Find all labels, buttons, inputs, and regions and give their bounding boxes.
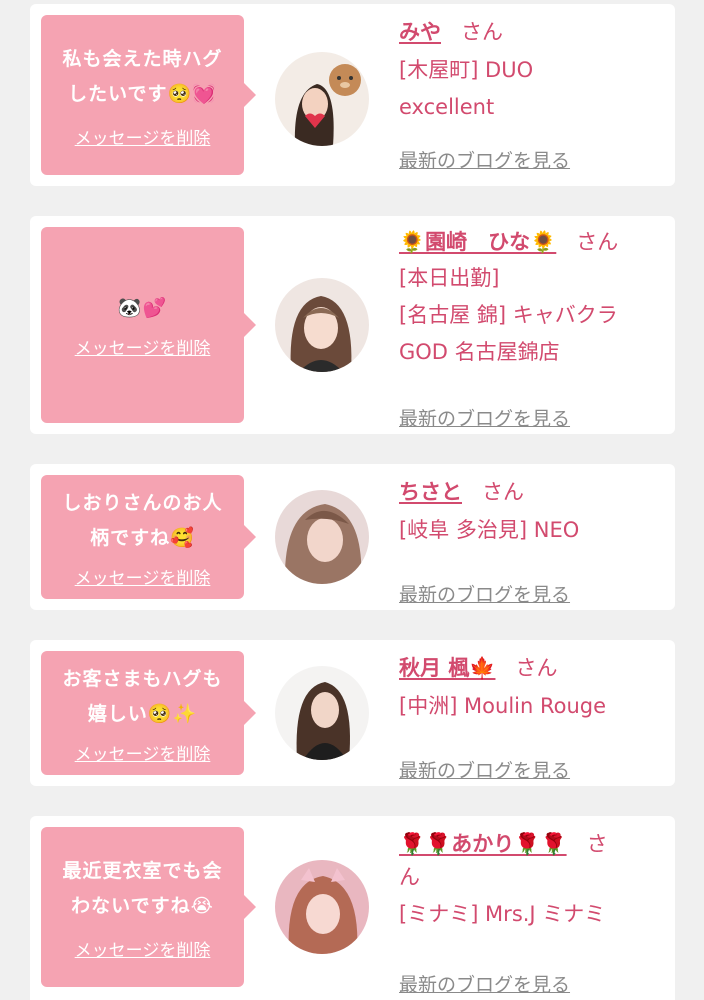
message-bubble: 🐼💕 メッセージを削除	[41, 227, 256, 423]
delete-message-link[interactable]: メッセージを削除	[75, 740, 211, 765]
honorific: さ	[586, 832, 608, 856]
shop-info: [名古屋 錦] キャバクラ	[399, 303, 618, 327]
message-text: 私も会えた時ハグ したいです🥺💓	[62, 47, 223, 105]
shop-info: [中洲] Moulin Rouge	[399, 694, 607, 718]
delete-message-link[interactable]: メッセージを削除	[75, 124, 211, 149]
latest-blog-link[interactable]: 最新のブログを見る	[399, 580, 570, 607]
message-bubble: 最近更衣室でも会 わないですね😭 メッセージを削除	[41, 827, 256, 987]
profile-info: ちさと さん [岐阜 多治見] NEO 最新のブログを見る	[399, 478, 669, 606]
profile-name-link[interactable]: みや	[399, 20, 441, 44]
honorific: さん	[482, 480, 524, 504]
message-text: しおりさんのお人 柄ですね🥰	[62, 491, 223, 549]
shop-info: GOD 名古屋錦店	[399, 340, 560, 364]
profile-info: 🌹🌹あかり🌹🌹 さ ん [ミナミ] Mrs.J ミナミ 最新のブログを見る	[399, 830, 669, 996]
profile-info: 秋月 楓🍁 さん [中洲] Moulin Rouge 最新のブログを見る	[399, 654, 669, 782]
delete-message-link[interactable]: メッセージを削除	[75, 936, 211, 961]
message-card: 最近更衣室でも会 わないですね😭 メッセージを削除 🌹🌹あかり🌹🌹 さ ん [ミナ…	[30, 816, 675, 1000]
status-text: [本日出勤]	[399, 266, 500, 290]
message-bubble: しおりさんのお人 柄ですね🥰 メッセージを削除	[41, 475, 256, 599]
message-card: 🐼💕 メッセージを削除 🌻園崎 ひな🌻 さん [本日出勤] [名古屋 錦] キャバ…	[30, 216, 675, 434]
message-card: お客さまもハグも 嬉しい🥺✨ メッセージを削除 秋月 楓🍁 さん [中洲] Mou…	[30, 640, 675, 786]
shop-info: [岐阜 多治見] NEO	[399, 518, 580, 542]
latest-blog-link[interactable]: 最新のブログを見る	[399, 970, 570, 997]
message-text: 最近更衣室でも会 わないですね😭	[62, 859, 223, 917]
shop-info: [木屋町] DUO	[399, 58, 534, 82]
profile-name-link[interactable]: 秋月 楓🍁	[399, 656, 495, 680]
delete-message-link[interactable]: メッセージを削除	[75, 334, 211, 359]
message-card: 私も会えた時ハグ したいです🥺💓 メッセージを削除 みや さん [木屋町] DUO…	[30, 4, 675, 186]
avatar[interactable]	[275, 278, 369, 372]
message-bubble: 私も会えた時ハグ したいです🥺💓 メッセージを削除	[41, 15, 256, 175]
latest-blog-link[interactable]: 最新のブログを見る	[399, 146, 570, 173]
profile-info: 🌻園崎 ひな🌻 さん [本日出勤] [名古屋 錦] キャバクラ GOD 名古屋錦店…	[399, 228, 669, 430]
honorific: さん	[515, 656, 558, 680]
honorific-continued: ん	[399, 865, 420, 889]
honorific: さん	[461, 20, 503, 44]
latest-blog-link[interactable]: 最新のブログを見る	[399, 756, 570, 783]
profile-name-link[interactable]: ちさと	[399, 480, 462, 504]
avatar[interactable]	[275, 860, 369, 954]
message-text: お客さまもハグも 嬉しい🥺✨	[62, 667, 223, 725]
profile-info: みや さん [木屋町] DUO excellent 最新のブログを見る	[399, 18, 669, 172]
latest-blog-link[interactable]: 最新のブログを見る	[399, 404, 570, 431]
avatar[interactable]	[275, 666, 369, 760]
message-card: しおりさんのお人 柄ですね🥰 メッセージを削除 ちさと さん [岐阜 多治見] N…	[30, 464, 675, 610]
profile-name-link[interactable]: 🌻園崎 ひな🌻	[399, 230, 556, 254]
avatar[interactable]	[275, 490, 369, 584]
profile-name-link[interactable]: 🌹🌹あかり🌹🌹	[399, 832, 567, 856]
message-bubble: お客さまもハグも 嬉しい🥺✨ メッセージを削除	[41, 651, 256, 775]
avatar[interactable]	[275, 52, 369, 146]
honorific: さん	[576, 230, 619, 254]
message-text: 🐼💕	[117, 297, 168, 319]
shop-info: excellent	[399, 95, 495, 119]
shop-info: [ミナミ] Mrs.J ミナミ	[399, 902, 606, 926]
delete-message-link[interactable]: メッセージを削除	[75, 564, 211, 589]
